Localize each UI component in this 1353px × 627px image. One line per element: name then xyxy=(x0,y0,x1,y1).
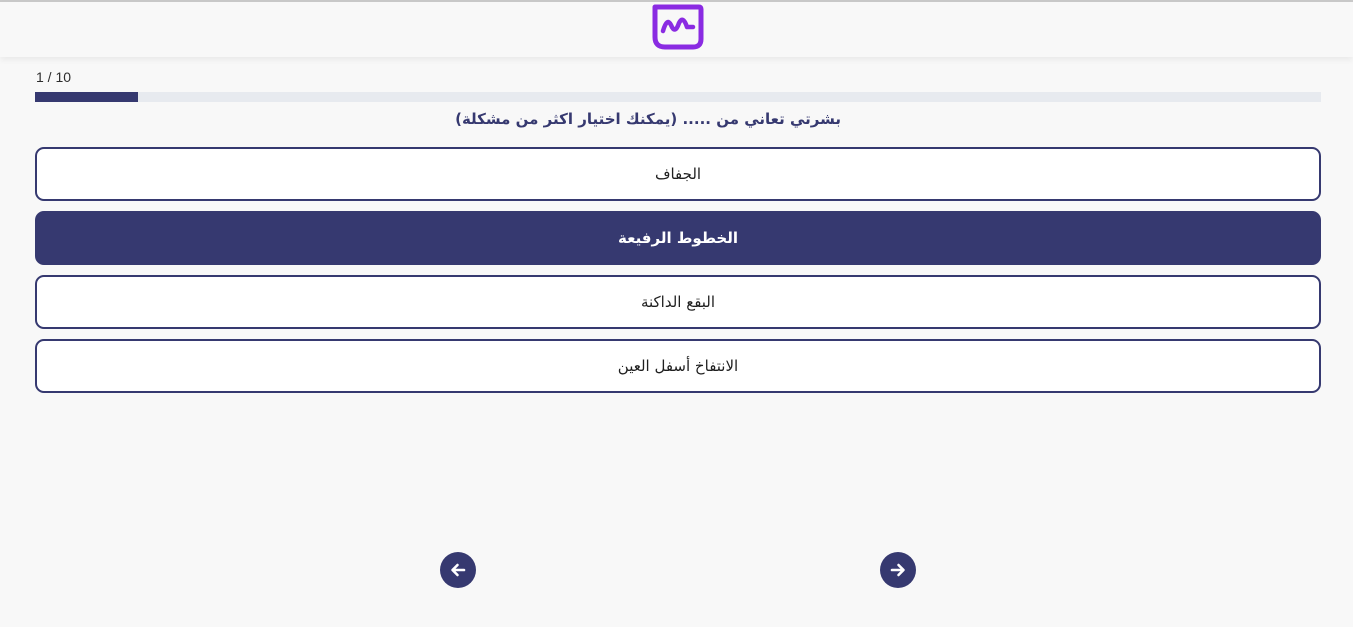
logo[interactable] xyxy=(651,3,705,51)
arrow-right-icon xyxy=(890,563,905,577)
previous-button[interactable] xyxy=(440,552,476,588)
option-label: البقع الداكنة xyxy=(640,293,716,311)
option-under-eye-puffiness[interactable]: الانتفاخ أسفل العين xyxy=(35,339,1321,393)
option-fine-lines[interactable]: الخطوط الرفيعة xyxy=(35,211,1321,265)
option-label: الخطوط الرفيعة xyxy=(618,229,739,247)
progress-bar-fill xyxy=(35,92,138,102)
next-button[interactable] xyxy=(880,552,916,588)
option-dark-spots[interactable]: البقع الداكنة xyxy=(35,275,1321,329)
option-dryness[interactable]: الجفاف xyxy=(35,147,1321,201)
option-label: الانتفاخ أسفل العين xyxy=(617,357,739,375)
progress-bar xyxy=(35,92,1321,102)
question-text: بشرتي تعاني من ..... (يمكنك اختيار اكثر … xyxy=(455,110,841,128)
arrow-left-icon xyxy=(451,563,466,577)
header xyxy=(0,2,1353,57)
option-label: الجفاف xyxy=(654,165,702,183)
progress-counter: 1 / 10 xyxy=(36,69,72,85)
